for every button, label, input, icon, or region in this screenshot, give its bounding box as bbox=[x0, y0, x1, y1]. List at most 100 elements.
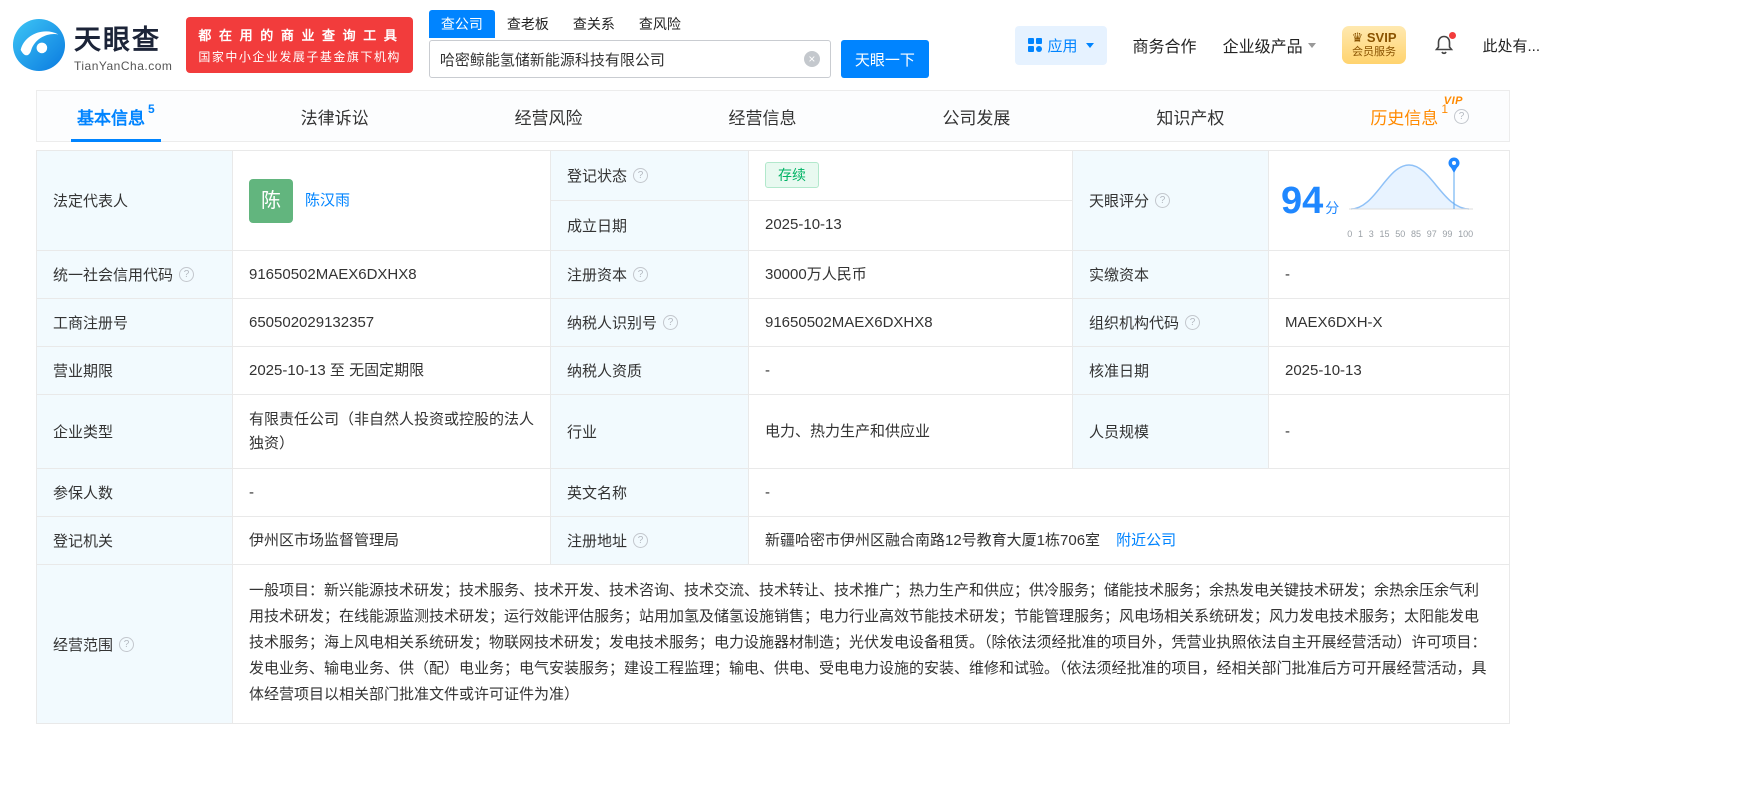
search-row: × 天眼一下 bbox=[428, 40, 929, 78]
nav-enterprise-products[interactable]: 企业级产品 bbox=[1223, 33, 1316, 57]
credit-code-label: 统一社会信用代码 ? bbox=[37, 251, 233, 298]
tab-company-development[interactable]: 公司发展 bbox=[936, 91, 1016, 141]
status-badge: 存续 bbox=[765, 162, 819, 189]
field-value: 新疆哈密市伊州区融合南路12号教育大厦1栋706室 bbox=[765, 531, 1101, 549]
status-date-column: 登记状态 ? 存续 成立日期 2025-10-13 bbox=[551, 151, 1073, 250]
table-row: 统一社会信用代码 ? 91650502MAEX6DXHX8 注册资本 ? 300… bbox=[37, 251, 1509, 299]
search-area: 查公司 查老板 查关系 查风险 × 天眼一下 bbox=[428, 10, 929, 78]
search-tab-boss[interactable]: 查老板 bbox=[495, 10, 561, 38]
paid-capital-label: 实缴资本 bbox=[1073, 251, 1269, 298]
search-tab-risk[interactable]: 查风险 bbox=[627, 10, 693, 38]
field-value: 电力、热力生产和供应业 bbox=[765, 422, 931, 440]
tick: 0 bbox=[1347, 229, 1353, 239]
industry-label: 行业 bbox=[551, 395, 749, 468]
field-label: 登记状态 bbox=[567, 167, 628, 185]
clear-icon[interactable]: × bbox=[803, 51, 820, 67]
crown-icon: ♛ bbox=[1351, 30, 1364, 45]
field-value: 2025-10-13 至 无固定期限 bbox=[249, 361, 425, 379]
svip-badge[interactable]: ♛ SVIP 会员服务 bbox=[1341, 26, 1407, 64]
promo-line2: 国家中小企业发展子基金旗下机构 bbox=[198, 50, 401, 64]
field-label: 参保人数 bbox=[53, 485, 114, 502]
tab-history-info[interactable]: VIP 历史信息 1 ? bbox=[1364, 91, 1475, 141]
search-button[interactable]: 天眼一下 bbox=[840, 40, 929, 78]
search-tab-company[interactable]: 查公司 bbox=[428, 10, 495, 38]
insured-label: 参保人数 bbox=[37, 469, 233, 516]
reg-status-cell: 存续 bbox=[749, 151, 1072, 200]
grid-icon bbox=[1027, 38, 1042, 52]
reg-authority-label: 登记机关 bbox=[37, 517, 233, 564]
field-value: - bbox=[249, 483, 254, 501]
field-value: 91650502MAEX6DXHX8 bbox=[765, 313, 933, 331]
tab-operation-risk[interactable]: 经营风险 bbox=[509, 91, 589, 141]
reg-status-label: 登记状态 ? bbox=[551, 151, 749, 200]
nearby-companies-link[interactable]: 附近公司 bbox=[1116, 529, 1176, 553]
tick: 15 bbox=[1379, 229, 1390, 239]
question-icon[interactable]: ? bbox=[179, 267, 195, 282]
apps-button[interactable]: 应用 bbox=[1014, 25, 1107, 65]
staff-size-cell: - bbox=[1269, 395, 1509, 468]
question-icon[interactable]: ? bbox=[633, 267, 649, 282]
business-scope-cell: 一般项目：新兴能源技术研发；技术服务、技术开发、技术咨询、技术交流、技术转让、技… bbox=[233, 565, 1509, 723]
question-icon[interactable]: ? bbox=[1454, 108, 1469, 124]
staff-size-label: 人员规模 bbox=[1073, 395, 1269, 468]
promo-banner: 都 在 用 的 商 业 查 询 工 具 国家中小企业发展子基金旗下机构 bbox=[186, 17, 413, 73]
search-tab-relation[interactable]: 查关系 bbox=[561, 10, 627, 38]
tick: 97 bbox=[1426, 229, 1437, 239]
reg-number-label: 工商注册号 bbox=[37, 299, 233, 346]
field-value: 2025-10-13 bbox=[1285, 361, 1362, 379]
score-value: 94 bbox=[1281, 179, 1324, 222]
tab-label: 历史信息 bbox=[1370, 108, 1439, 128]
insured-cell: - bbox=[233, 469, 551, 516]
score-axis-ticks: 0 1 3 15 50 85 97 99 100 bbox=[1347, 222, 1473, 246]
industry-cell: 电力、热力生产和供应业 bbox=[749, 395, 1073, 468]
nav-cooperation[interactable]: 商务合作 bbox=[1133, 33, 1197, 57]
chevron-down-icon bbox=[1307, 42, 1316, 48]
tab-legal-proceedings[interactable]: 法律诉讼 bbox=[295, 91, 375, 141]
field-value: 伊州区市场监督管理局 bbox=[249, 531, 400, 549]
tab-basic-info[interactable]: 基本信息 5 bbox=[71, 91, 161, 142]
question-icon[interactable]: ? bbox=[633, 533, 649, 548]
legal-rep-cell: 陈 陈汉雨 bbox=[233, 151, 551, 250]
table-row: 法定代表人 陈 陈汉雨 登记状态 ? 存续 成立日期 2025-10-13 天眼… bbox=[37, 151, 1509, 251]
question-icon[interactable]: ? bbox=[663, 315, 679, 330]
tianyancha-logo[interactable]: 天眼查 TianYanCha.com bbox=[12, 18, 172, 73]
notification-bell-icon[interactable] bbox=[1432, 32, 1457, 57]
field-label: 登记机关 bbox=[53, 533, 114, 550]
org-code-label: 组织机构代码 ? bbox=[1073, 299, 1269, 346]
taxpayer-id-label: 纳税人识别号 ? bbox=[551, 299, 749, 346]
field-label: 企业类型 bbox=[53, 424, 114, 441]
business-term-label: 营业期限 bbox=[37, 347, 233, 394]
score-label: 天眼评分 ? bbox=[1073, 151, 1269, 250]
tick: 50 bbox=[1395, 229, 1406, 239]
approval-date-label: 核准日期 bbox=[1073, 347, 1269, 394]
tab-label: 法律诉讼 bbox=[300, 108, 369, 128]
field-value: 650502029132357 bbox=[249, 313, 375, 331]
score-unit: 分 bbox=[1325, 199, 1340, 216]
field-label: 纳税人识别号 bbox=[567, 315, 658, 332]
legal-rep-link[interactable]: 陈汉雨 bbox=[305, 189, 350, 213]
promo-line1: 都 在 用 的 商 业 查 询 工 具 bbox=[198, 28, 399, 43]
score-number: 94 分 bbox=[1281, 182, 1339, 220]
field-value: 91650502MAEX6DXHX8 bbox=[249, 265, 417, 283]
tab-intellectual-property[interactable]: 知识产权 bbox=[1150, 91, 1230, 141]
question-icon[interactable]: ? bbox=[1155, 193, 1171, 208]
field-label: 营业期限 bbox=[53, 363, 114, 380]
table-row: 营业期限 2025-10-13 至 无固定期限 纳税人资质 - 核准日期 202… bbox=[37, 347, 1509, 395]
question-icon[interactable]: ? bbox=[119, 636, 135, 652]
field-label: 纳税人资质 bbox=[567, 363, 643, 380]
reg-capital-cell: 30000万人民币 bbox=[749, 251, 1073, 298]
taxpayer-quality-cell: - bbox=[749, 347, 1073, 394]
section-tabs: 基本信息 5 法律诉讼 经营风险 经营信息 公司发展 知识产权 VIP 历史信息 1… bbox=[36, 90, 1510, 142]
search-input-box: × bbox=[428, 40, 831, 78]
reg-number-cell: 650502029132357 bbox=[233, 299, 551, 346]
field-label: 成立日期 bbox=[567, 217, 628, 235]
header-nav: 应用 商务合作 企业级产品 ♛ SVIP 会员服务 此处有... bbox=[1014, 25, 1548, 65]
question-icon[interactable]: ? bbox=[1185, 315, 1201, 330]
table-row: 登记机关 伊州区市场监督管理局 注册地址 ? 新疆哈密市伊州区融合南路12号教育… bbox=[37, 517, 1509, 565]
question-icon[interactable]: ? bbox=[633, 167, 649, 183]
table-row: 企业类型 有限责任公司（非自然人投资或控股的法人独资） 行业 电力、热力生产和供… bbox=[37, 395, 1509, 469]
search-tabs: 查公司 查老板 查关系 查风险 bbox=[428, 10, 929, 38]
search-input[interactable] bbox=[439, 50, 804, 68]
tab-operation-info[interactable]: 经营信息 bbox=[723, 91, 803, 141]
user-name[interactable]: 此处有... bbox=[1482, 35, 1540, 56]
